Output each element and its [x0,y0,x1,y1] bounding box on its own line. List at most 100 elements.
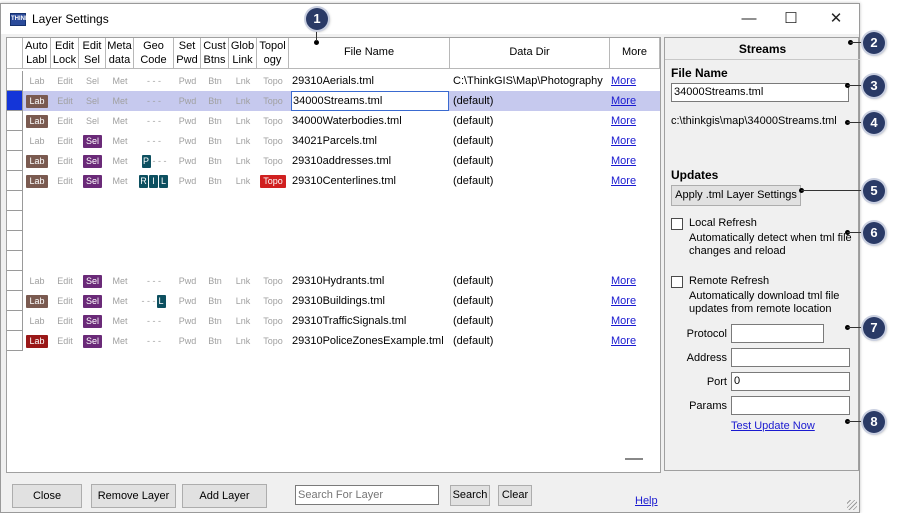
metadata-cell[interactable]: Met [106,151,134,171]
edit-lock-cell[interactable]: Edit [51,91,79,111]
edit-lock-cell[interactable]: Edit [51,151,79,171]
edit-sel-cell[interactable]: Sel [79,111,106,131]
more-link[interactable]: More [611,331,651,351]
edit-sel-cell[interactable]: Sel [79,291,106,311]
protocol-input[interactable] [731,324,824,343]
data-dir-cell[interactable]: (default) [453,171,611,191]
edit-lock-cell[interactable]: Edit [51,331,79,351]
title-bar[interactable]: THINK GIS Layer Settings — ☐ ✕ [1,4,859,34]
topology-cell[interactable]: Topo [257,131,289,151]
geocode-cell[interactable]: RIL [134,171,174,191]
remote-refresh-checkbox[interactable] [671,276,683,288]
more-link[interactable]: More [611,311,651,331]
edit-sel-badge[interactable]: Sel [82,175,102,188]
geocode-badge[interactable]: R [139,175,148,188]
file-name-cell[interactable]: 34000Streams.tml [291,91,449,111]
topology-cell[interactable]: Topo [257,291,289,311]
edit-sel-badge[interactable]: Sel [82,295,102,308]
metadata-cell[interactable]: Met [106,111,134,131]
edit-sel-badge[interactable]: Sel [82,135,102,148]
edit-sel-cell[interactable]: Sel [79,151,106,171]
more-link[interactable]: More [611,131,651,151]
file-name-cell[interactable]: 29310addresses.tml [291,151,449,171]
auto-label-cell[interactable]: Lab [23,291,51,311]
edit-sel-cell[interactable]: Sel [79,131,106,151]
more-link[interactable]: More [611,271,651,291]
layer-row[interactable]: Lab Edit Sel Met R I L Pwd Btn Lnk Topo 29310Center… [23,171,660,191]
column-header-metadata[interactable]: Meta data [106,38,134,69]
row-header[interactable] [7,291,23,311]
edit-sel-cell[interactable]: Sel [79,271,106,291]
cust-btns-cell[interactable]: Btn [201,271,229,291]
row-header[interactable] [7,331,23,351]
edit-sel-cell[interactable]: Sel [79,171,106,191]
glob-link-cell[interactable]: Lnk [229,311,257,331]
set-pwd-cell[interactable]: Pwd [174,151,201,171]
row-header[interactable] [7,231,23,251]
set-pwd-cell[interactable]: Pwd [174,291,201,311]
glob-link-cell[interactable]: Lnk [229,71,257,91]
cust-btns-cell[interactable]: Btn [201,71,229,91]
geocode-cell[interactable]: - - - [134,271,174,291]
auto-label-badge[interactable]: Lab [26,155,48,168]
row-header[interactable] [7,311,23,331]
search-for-layer-input[interactable] [295,485,439,505]
maximize-button[interactable]: ☐ [776,8,806,30]
metadata-cell[interactable]: Met [106,331,134,351]
edit-sel-cell[interactable]: Sel [79,91,106,111]
remove-layer-button[interactable]: Remove Layer [91,484,176,508]
more-link[interactable]: More [611,91,651,111]
glob-link-cell[interactable]: Lnk [229,171,257,191]
auto-label-cell[interactable]: Lab [23,271,51,291]
glob-link-cell[interactable]: Lnk [229,271,257,291]
port-input[interactable]: 0 [731,372,850,391]
more-link[interactable]: More [611,111,651,131]
resize-grip-icon[interactable] [847,500,857,510]
set-pwd-cell[interactable]: Pwd [174,111,201,131]
auto-label-cell[interactable]: Lab [23,311,51,331]
file-name-cell[interactable]: 29310Hydrants.tml [291,271,449,291]
cust-btns-cell[interactable]: Btn [201,151,229,171]
auto-label-cell[interactable]: Lab [23,151,51,171]
search-button[interactable]: Search [450,485,490,506]
auto-label-badge[interactable]: Lab [26,95,48,108]
row-header[interactable] [7,271,23,291]
set-pwd-cell[interactable]: Pwd [174,171,201,191]
edit-lock-cell[interactable]: Edit [51,111,79,131]
layer-row[interactable]: Lab Edit Sel Met - - - Pwd Btn Lnk Topo 34000Stre… [23,91,660,111]
geocode-cell[interactable]: - - -L [134,291,174,311]
data-dir-cell[interactable]: (default) [453,151,611,171]
local-refresh-label[interactable]: Local Refresh [689,217,757,230]
layer-row[interactable]: Lab Edit Sel Met - - - Pwd Btn Lnk Topo 34000Wate… [23,111,660,131]
set-pwd-cell[interactable]: Pwd [174,311,201,331]
layer-row[interactable]: Lab Edit Sel Met P - - - Pwd Btn Lnk Topo 29310add… [23,151,660,171]
cust-btns-cell[interactable]: Btn [201,331,229,351]
geocode-cell[interactable]: - - - [134,331,174,351]
geocode-cell[interactable]: - - - [134,71,174,91]
layer-row[interactable]: Lab Edit Sel Met - - - L Pwd Btn Lnk Topo 29310Bui… [23,291,660,311]
data-dir-cell[interactable]: (default) [453,331,611,351]
edit-lock-cell[interactable]: Edit [51,131,79,151]
column-header-glob-link[interactable]: Glob Link [229,38,257,69]
file-name-cell[interactable]: 29310Buildings.tml [291,291,449,311]
topology-cell[interactable]: Topo [257,271,289,291]
cust-btns-cell[interactable]: Btn [201,91,229,111]
clear-button[interactable]: Clear [498,485,532,506]
layer-row[interactable]: Lab Edit Sel Met - - - Pwd Btn Lnk Topo 29310Traf… [23,311,660,331]
auto-label-cell[interactable]: Lab [23,171,51,191]
column-header-set-pwd[interactable]: Set Pwd [174,38,201,69]
metadata-cell[interactable]: Met [106,311,134,331]
add-layer-button[interactable]: Add Layer [182,484,267,508]
test-update-now-link[interactable]: Test Update Now [731,420,815,432]
edit-lock-cell[interactable]: Edit [51,311,79,331]
help-link[interactable]: Help [635,495,658,507]
column-header-cust-btns[interactable]: Cust Btns [201,38,229,69]
more-link[interactable]: More [611,291,651,311]
glob-link-cell[interactable]: Lnk [229,151,257,171]
apply-tml-layer-settings-button[interactable]: Apply .tml Layer Settings [671,185,801,206]
set-pwd-cell[interactable]: Pwd [174,71,201,91]
layer-row[interactable]: Lab Edit Sel Met - - - Pwd Btn Lnk Topo 29310Aeri… [23,71,660,91]
data-dir-cell[interactable]: (default) [453,131,611,151]
layer-row[interactable]: Lab Edit Sel Met - - - Pwd Btn Lnk Topo 34021Parc… [23,131,660,151]
metadata-cell[interactable]: Met [106,291,134,311]
